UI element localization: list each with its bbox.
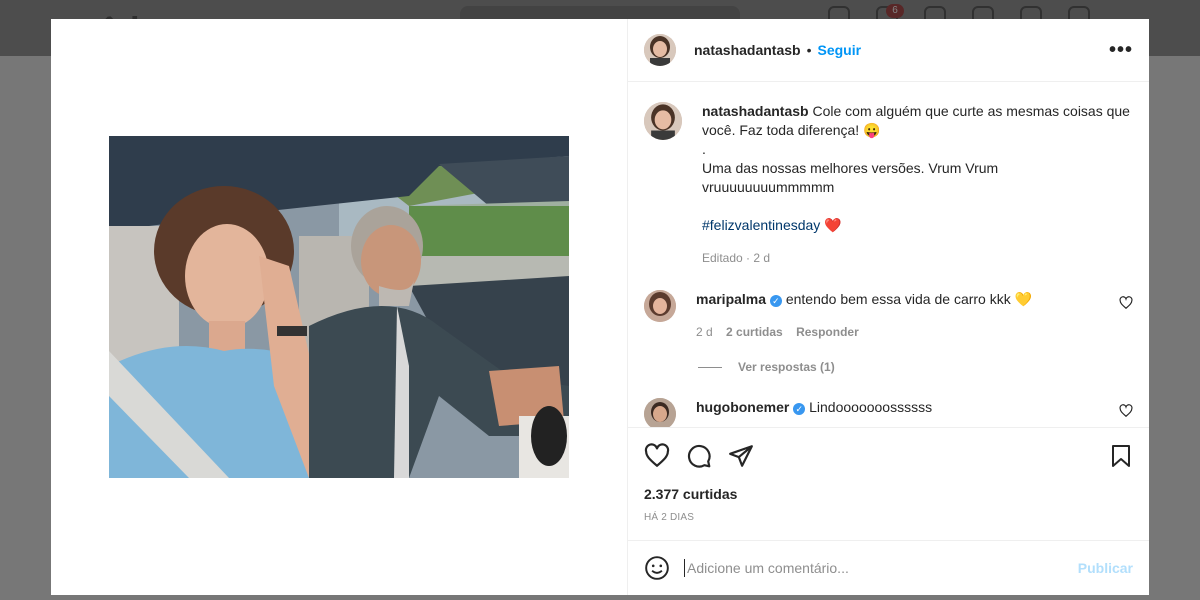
car-selfie-image — [109, 136, 569, 478]
avatar-image — [644, 290, 676, 322]
comment-item: hugobonemer ✓ Lindooooooossssss — [644, 398, 1133, 427]
view-replies-label: Ver respostas (1) — [738, 360, 835, 374]
avatar[interactable] — [644, 290, 676, 322]
comment-input[interactable] — [684, 559, 1078, 577]
post-header: natashadantasb • Seguir ••• — [628, 19, 1149, 82]
post-media — [51, 19, 628, 595]
bookmark-icon[interactable] — [1109, 443, 1133, 469]
separator-dot: • — [806, 42, 812, 58]
reply-button[interactable]: Responder — [796, 325, 859, 339]
avatar[interactable] — [644, 34, 676, 66]
comment-body: maripalma ✓ entendo bem essa vida de car… — [696, 290, 1032, 342]
post-actions-section: 2.377 curtidas HÁ 2 DIAS — [628, 427, 1149, 523]
comment-likes[interactable]: 2 curtidas — [726, 325, 783, 339]
comment-item: maripalma ✓ entendo bem essa vida de car… — [644, 290, 1133, 342]
comment-composer: Publicar — [628, 540, 1149, 595]
caption-body: natashadantasb Cole com alguém que curte… — [702, 102, 1133, 268]
comment-like-heart-icon[interactable] — [1119, 296, 1133, 310]
post-photo[interactable] — [109, 136, 569, 478]
avatar-image — [644, 102, 682, 140]
comment-text: entendo bem essa vida de carro kkk 💛 — [785, 291, 1033, 307]
likes-count[interactable]: 2.377 curtidas — [644, 486, 1133, 502]
comment-username[interactable]: hugobonemer — [696, 399, 789, 415]
action-bar — [644, 428, 1133, 480]
verified-icon: ✓ — [769, 295, 782, 307]
post-modal: natashadantasb • Seguir ••• natashadanta… — [51, 19, 1149, 595]
post-timestamp[interactable]: HÁ 2 DIAS — [644, 512, 1133, 523]
caption-line: natashadantasb Cole com alguém que curte… — [702, 102, 1133, 140]
caption-line: Uma das nossas melhores versões. Vrum Vr… — [702, 160, 999, 195]
avatar[interactable] — [644, 398, 676, 427]
caption-hashtag-line: #felizvalentinesday ❤️ — [702, 216, 1133, 235]
comment-body: hugobonemer ✓ Lindooooooossssss — [696, 398, 932, 417]
post-details-panel: natashadantasb • Seguir ••• natashadanta… — [628, 19, 1149, 595]
hashtag-link[interactable]: #felizvalentinesday — [702, 217, 820, 233]
avatar-image — [644, 34, 676, 66]
avatar-image — [644, 398, 676, 427]
follow-button[interactable]: Seguir — [818, 42, 862, 58]
caption-line: . — [702, 141, 706, 157]
post-author-username[interactable]: natashadantasb — [694, 42, 801, 58]
view-replies-button[interactable]: Ver respostas (1) — [698, 360, 1133, 374]
emoji-icon[interactable] — [644, 555, 670, 581]
heart-icon[interactable] — [644, 443, 670, 469]
comment-meta: 2 d 2 curtidas Responder — [696, 323, 1032, 342]
comment-text: Lindooooooossssss — [809, 399, 933, 415]
avatar[interactable] — [644, 102, 682, 140]
caption: natashadantasb Cole com alguém que curte… — [644, 102, 1133, 268]
share-icon[interactable] — [728, 443, 754, 469]
verified-icon: ✓ — [793, 403, 806, 415]
more-icon[interactable]: ••• — [1109, 40, 1133, 60]
comment-time[interactable]: 2 d — [696, 325, 713, 339]
comments-list[interactable]: natashadantasb Cole com alguém que curte… — [628, 82, 1149, 427]
replies-line — [698, 366, 722, 368]
comment-like-heart-icon[interactable] — [1119, 404, 1133, 418]
comment-line: maripalma ✓ entendo bem essa vida de car… — [696, 290, 1032, 309]
caption-meta: Editado · 2 d — [702, 251, 771, 265]
caption-username[interactable]: natashadantasb — [702, 103, 809, 119]
comment-username[interactable]: maripalma — [696, 291, 766, 307]
comment-icon[interactable] — [686, 443, 712, 469]
publish-button[interactable]: Publicar — [1078, 560, 1133, 576]
heart-emoji: ❤️ — [824, 217, 842, 233]
